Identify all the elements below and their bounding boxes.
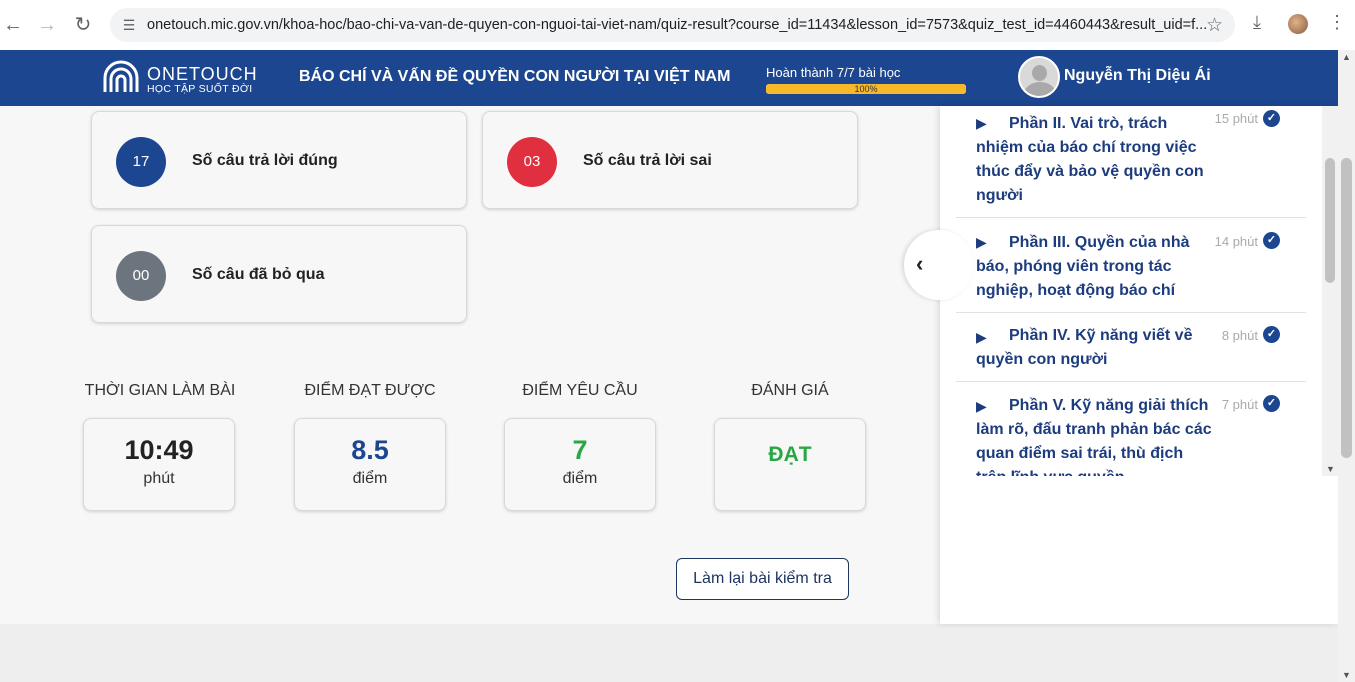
skipped-answers-card: 00 Số câu đã bỏ qua [91, 225, 467, 323]
required-score-unit: điểm [562, 470, 598, 487]
score-box: 8.5 điểm [294, 418, 446, 511]
required-score-heading: ĐIỂM YÊU CẦU [522, 382, 638, 399]
lesson-item[interactable]: ▶ Phần III. Quyền của nhà báo, phóng viê… [956, 218, 1306, 313]
correct-count-badge: 17 [116, 137, 166, 187]
profile-avatar[interactable] [1288, 14, 1308, 34]
site-settings-icon[interactable]: ☰ [120, 16, 138, 34]
download-icon[interactable]: ⤓ [1253, 12, 1261, 33]
time-heading: THỜI GIAN LÀM BÀI [84, 382, 236, 399]
lesson-item[interactable]: ▶ Phần V. Kỹ năng giải thích làm rõ, đấu… [956, 382, 1306, 476]
onetouch-logo-icon[interactable] [101, 60, 141, 94]
scroll-up-arrow-icon[interactable]: ▲ [1342, 52, 1351, 62]
menu-dots-icon[interactable]: ⋮ [1328, 12, 1346, 33]
lesson-item[interactable]: ▶ Phần II. Vai trò, trách nhiệm của báo … [956, 106, 1306, 218]
address-bar[interactable]: ☰ onetouch.mic.gov.vn/khoa-hoc/bao-chi-v… [110, 8, 1235, 42]
score-heading: ĐIỂM ĐẠT ĐƯỢC [304, 382, 436, 399]
completed-check-icon: ✓ [1263, 232, 1280, 249]
required-score-value: 7 [572, 435, 588, 465]
forward-arrow-icon[interactable]: → [34, 12, 60, 38]
chevron-left-icon: ‹ [916, 251, 924, 276]
lesson-item[interactable]: ▶ Phần IV. Kỹ năng viết về quyền con ngư… [956, 313, 1306, 382]
progress-label: Hoàn thành 7/7 bài học [766, 65, 901, 80]
result-value: ĐẠT [768, 443, 812, 466]
result-heading: ĐÁNH GIÁ [751, 382, 829, 399]
lesson-duration: 7 phút [1221, 397, 1258, 412]
correct-answers-card: 17 Số câu trả lời đúng [91, 111, 467, 209]
user-avatar[interactable] [1018, 56, 1060, 98]
scrollbar-thumb[interactable] [1325, 158, 1335, 283]
play-icon: ▶ [976, 115, 987, 131]
logo-text[interactable]: ONETOUCH [147, 64, 258, 85]
completed-check-icon: ✓ [1263, 110, 1280, 127]
lesson-list: ▶ Phần II. Vai trò, trách nhiệm của báo … [956, 106, 1306, 476]
page-scrollbar-thumb[interactable] [1341, 158, 1352, 458]
lesson-list-scrollbar[interactable]: ▼ [1322, 106, 1338, 476]
progress-bar: 100% [766, 84, 966, 94]
correct-answers-label: Số câu trả lời đúng [192, 152, 338, 169]
retry-quiz-button[interactable]: Làm lại bài kiểm tra [676, 558, 849, 600]
lesson-duration: 8 phút [1221, 328, 1258, 343]
logo-subtitle: HỌC TẬP SUỐT ĐỜI [147, 83, 253, 95]
scroll-down-arrow-icon[interactable]: ▼ [1326, 464, 1335, 474]
lesson-duration: 15 phút [1214, 111, 1258, 126]
scroll-down-arrow-icon[interactable]: ▼ [1342, 670, 1351, 680]
reload-icon[interactable]: ↻ [70, 12, 96, 38]
wrong-answers-label: Số câu trả lời sai [583, 152, 712, 169]
score-value: 8.5 [351, 435, 389, 465]
wrong-count-badge: 03 [507, 137, 557, 187]
browser-toolbar: ← → ↻ ☰ onetouch.mic.gov.vn/khoa-hoc/bao… [0, 0, 1355, 50]
back-arrow-icon[interactable]: ← [0, 12, 26, 38]
url-text[interactable]: onetouch.mic.gov.vn/khoa-hoc/bao-chi-va-… [147, 17, 1207, 33]
score-unit: điểm [352, 470, 388, 487]
completed-check-icon: ✓ [1263, 395, 1280, 412]
time-value: 10:49 [124, 435, 194, 465]
page-footer-area [0, 624, 1355, 682]
lesson-title[interactable]: Phần V. Kỹ năng giải thích làm rõ, đấu t… [976, 394, 1214, 476]
bookmark-star-icon[interactable]: ☆ [1206, 14, 1223, 37]
lesson-duration: 14 phút [1214, 234, 1258, 249]
required-score-box: 7 điểm [504, 418, 656, 511]
lesson-title[interactable]: Phần II. Vai trò, trách nhiệm của báo ch… [976, 112, 1214, 208]
course-title: BÁO CHÍ VÀ VẤN ĐỀ QUYỀN CON NGƯỜI TẠI VI… [299, 68, 731, 85]
user-name[interactable]: Nguyễn Thị Diệu Ái [1064, 67, 1211, 85]
lesson-title[interactable]: Phần IV. Kỹ năng viết về quyền con người [976, 324, 1214, 372]
time-unit: phút [143, 470, 175, 487]
completed-check-icon: ✓ [1263, 326, 1280, 343]
play-icon: ▶ [976, 234, 987, 250]
play-icon: ▶ [976, 398, 987, 414]
lesson-title[interactable]: Phần III. Quyền của nhà báo, phóng viên … [976, 231, 1214, 303]
skipped-count-badge: 00 [116, 251, 166, 301]
progress-fill: 100% [766, 84, 966, 94]
play-icon: ▶ [976, 329, 987, 345]
app-header: ONETOUCH HỌC TẬP SUỐT ĐỜI BÁO CHÍ VÀ VẤN… [0, 50, 1338, 106]
result-box: ĐẠT [714, 418, 866, 511]
wrong-answers-card: 03 Số câu trả lời sai [482, 111, 858, 209]
time-box: 10:49 phút [83, 418, 235, 511]
skipped-answers-label: Số câu đã bỏ qua [192, 266, 325, 283]
page-scrollbar[interactable]: ▲ ▼ [1338, 50, 1355, 682]
